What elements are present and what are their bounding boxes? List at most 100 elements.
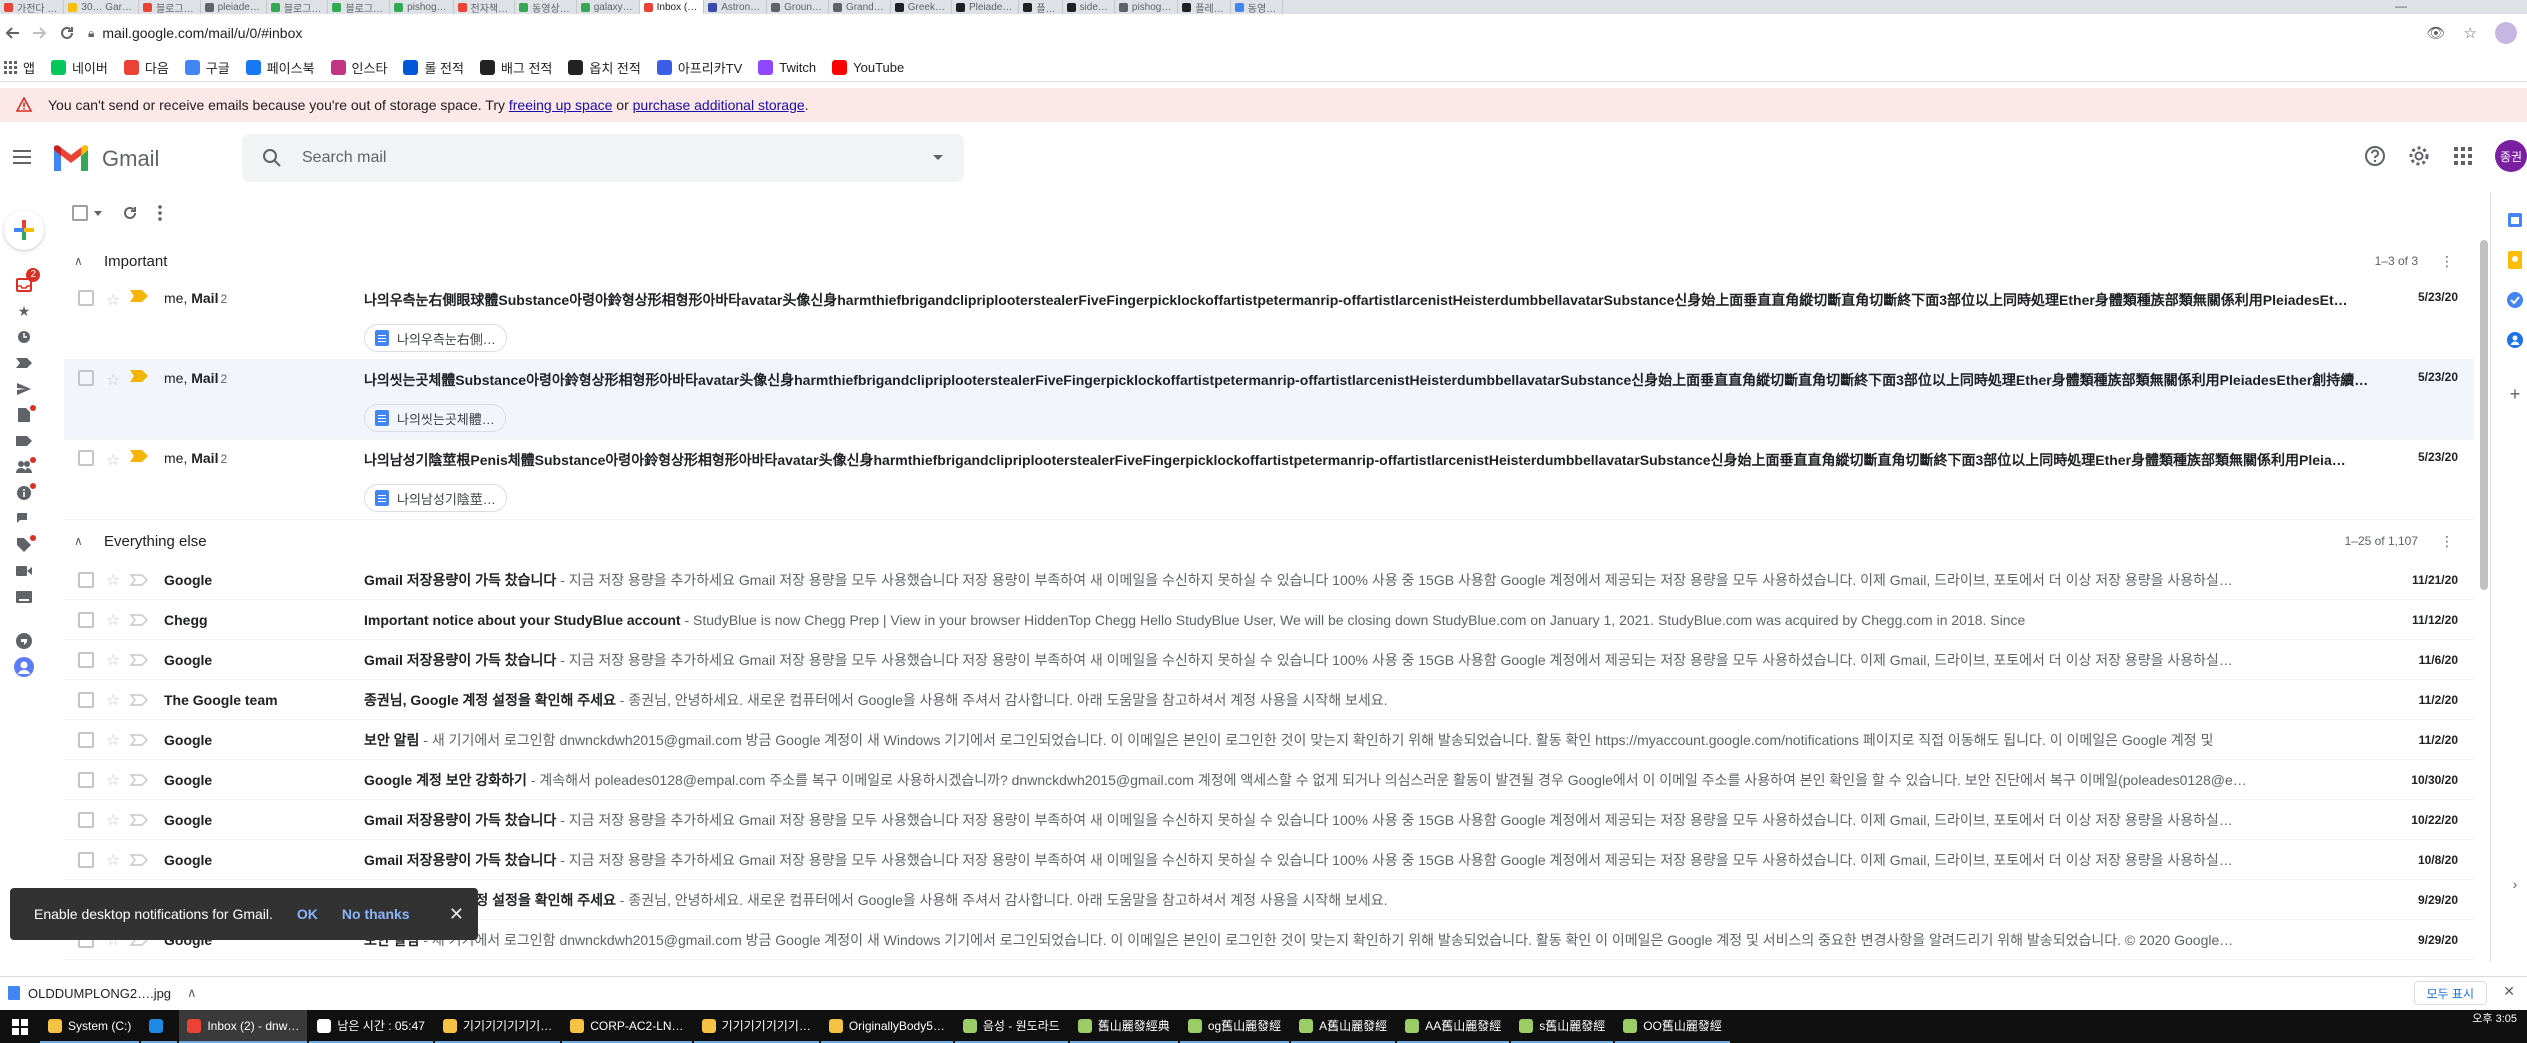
search-icon[interactable] [262,148,282,168]
row-checkbox[interactable] [78,731,94,748]
browser-tab[interactable]: Greek… [891,0,952,14]
list-scrollbar[interactable] [2480,240,2488,590]
back-button[interactable] [2,22,24,44]
bookmark-item[interactable]: 네이버 [50,58,108,77]
row-checkbox[interactable] [78,370,94,386]
bookmark-item[interactable]: YouTube [832,60,904,75]
more-vertical-icon[interactable] [158,205,162,221]
rail-drafts[interactable] [10,402,38,428]
bookmark-item[interactable]: 앱 [4,58,35,77]
google-apps-icon[interactable] [2451,144,2475,168]
star-icon[interactable]: ☆ [106,650,120,670]
rail-updates[interactable] [10,480,38,506]
important-marker-icon[interactable] [130,653,148,666]
section-header-important[interactable]: ∧ Important 1–3 of 3 ⋮ [64,242,2474,280]
star-icon[interactable]: ☆ [106,570,120,590]
section-header-everything-else[interactable]: ∧ Everything else 1–25 of 1,107 ⋮ [64,522,2474,560]
important-marker-icon[interactable] [130,613,148,626]
important-marker-icon[interactable] [130,813,148,826]
section-more-icon[interactable]: ⋮ [2440,253,2454,270]
important-marker-icon[interactable] [130,450,148,462]
rail-hangouts-status[interactable] [10,628,38,654]
account-avatar[interactable]: 종권 [2495,140,2527,172]
taskbar-item[interactable]: OO舊山麗發經 [1615,1010,1730,1043]
browser-tab[interactable]: 30… Gar… [64,0,139,14]
reload-button[interactable] [56,22,78,44]
windows-start-icon[interactable] [0,1010,40,1043]
row-checkbox[interactable] [78,691,94,708]
bookmark-item[interactable]: 옵치 전적 [568,58,641,77]
browser-tab[interactable]: pishog… [1115,0,1179,14]
rail-label-1[interactable] [10,428,38,454]
select-all-control[interactable] [72,205,102,221]
rail-meet-new[interactable] [10,558,38,584]
star-icon[interactable]: ☆ [106,850,120,870]
bookmark-item[interactable]: 배그 전적 [479,58,552,77]
row-checkbox[interactable] [78,290,94,306]
rail-sent[interactable] [10,376,38,402]
browser-tab[interactable]: 동영상… [515,0,577,14]
toast-close-icon[interactable]: ✕ [449,904,464,925]
browser-tab[interactable]: 전자책… [454,0,516,14]
important-marker-icon[interactable] [130,773,148,786]
browser-tab[interactable]: 블로그… [328,0,391,14]
taskbar-item[interactable]: 舊山麗發經典 [1069,1010,1178,1043]
browser-profile-avatar[interactable] [2495,22,2517,44]
row-checkbox[interactable] [78,851,94,868]
bookmark-item[interactable]: 인스타 [330,58,387,77]
taskbar-item[interactable]: CORP-AC2-LN… [562,1010,692,1043]
email-row[interactable]: ☆ me, Mail 2 나의남성기陰莖根Penis체體Substance아령아鈴형상… [64,440,2474,520]
browser-tab[interactable]: Astron… [704,0,768,14]
attachment-chip[interactable]: 나의씻는곳체體… [364,404,506,432]
browser-tab[interactable]: pishog… [390,0,454,14]
important-marker-icon[interactable] [130,573,148,586]
taskbar-item[interactable]: og舊山麗發經 [1179,1010,1290,1043]
browser-tab[interactable]: Pleiade… [952,0,1020,14]
collapse-caret-icon[interactable]: ∧ [74,534,92,548]
email-row[interactable]: ☆ Google Gmail 저장용량이 가득 찼습니다 - 지금 저장 용량을 추… [64,560,2474,600]
row-checkbox[interactable] [78,651,94,668]
contacts-icon[interactable] [2503,320,2527,360]
attachment-chip[interactable]: 나의우측눈右側… [364,324,507,352]
row-checkbox[interactable] [78,611,94,628]
star-icon[interactable]: ☆ [106,290,120,310]
taskbar-item[interactable] [141,1010,178,1043]
browser-tab[interactable]: Inbox (… [639,0,705,14]
email-row[interactable]: ☆ Google Google 계정 보안 강화하기 - 계속해서 poleades… [64,760,2474,800]
taskbar-item[interactable]: OriginallyBody5… [820,1010,953,1043]
toast-no-thanks-button[interactable]: No thanks [342,906,410,922]
taskbar-item[interactable]: 남은 시간 : 05:47 [309,1010,433,1043]
browser-tab[interactable]: 블로그… [267,0,329,14]
important-marker-icon[interactable] [130,370,148,382]
window-minimize-button[interactable]: — [2395,0,2407,12]
rail-important[interactable] [10,350,38,376]
calendar-icon[interactable] [2503,200,2527,240]
bookmark-item[interactable]: 페이스북 [245,58,315,77]
attachment-chip[interactable]: 나의남성기陰莖… [364,484,507,512]
keep-icon[interactable] [2503,240,2527,280]
rail-hangouts-contact[interactable] [10,654,38,680]
taskbar-item[interactable]: A舊山麗發經 [1291,1010,1396,1043]
eye-icon[interactable]: 👁︎ [2427,24,2446,42]
rail-inbox[interactable]: 2 [10,268,40,298]
row-checkbox[interactable] [78,450,94,466]
taskbar-item[interactable]: System (C:) [40,1010,140,1043]
taskbar-item[interactable]: 기기기기기기기… [434,1010,561,1043]
rail-social[interactable] [10,454,38,480]
browser-tab[interactable]: Grand… [829,0,891,14]
url-omnibox[interactable]: 🔒︎ mail.google.com/mail/u/0/#inbox [88,20,2388,46]
taskbar-item[interactable]: 음성 - 원도라드 [954,1010,1068,1043]
section-more-icon[interactable]: ⋮ [2440,533,2454,550]
browser-tab[interactable]: 블로그… [139,0,201,14]
rail-snoozed[interactable] [10,324,38,350]
important-marker-icon[interactable] [130,290,148,302]
collapse-caret-icon[interactable]: ∧ [74,254,92,268]
star-icon[interactable]: ☆ [106,690,120,710]
search-input[interactable] [302,149,912,167]
download-chevron-icon[interactable]: ∧ [187,985,197,1001]
download-bar-close-icon[interactable]: ✕ [2503,983,2515,1000]
expand-panel-icon[interactable]: › [2503,864,2527,904]
download-item[interactable]: OLDDUMPLONG2….jpg ∧ [8,985,197,1001]
browser-tab[interactable]: 가전다 … [0,0,65,14]
email-row[interactable]: ☆ The Google team 종권님, Google 계정 설정을 확인해 주… [64,680,2474,720]
